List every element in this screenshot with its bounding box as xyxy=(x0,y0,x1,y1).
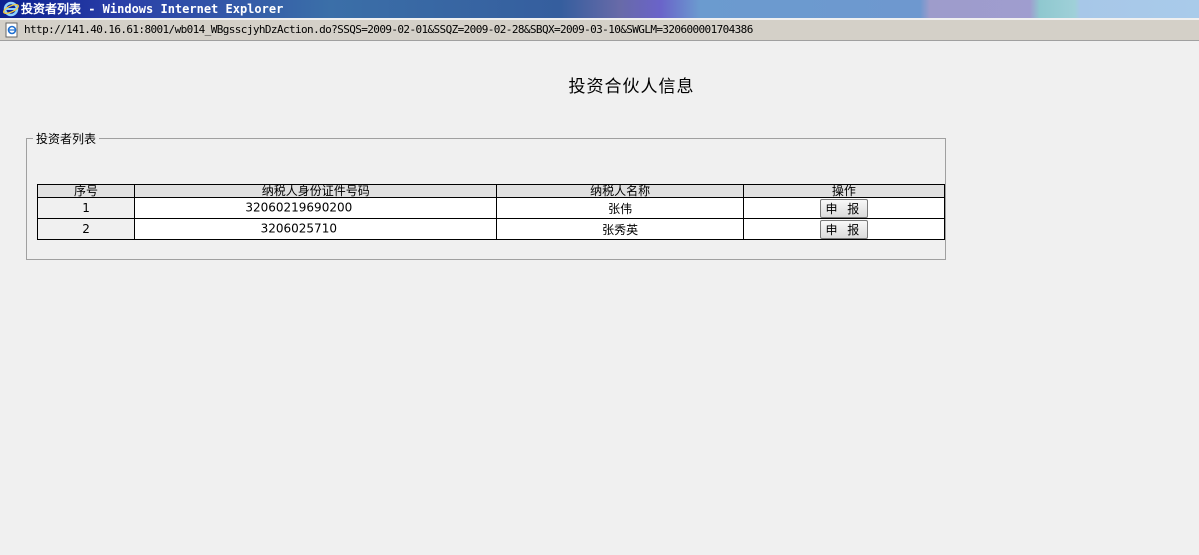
ie-logo-icon xyxy=(3,1,19,17)
declare-button[interactable]: 申 报 xyxy=(819,198,868,218)
fieldset-legend: 投资者列表 xyxy=(36,132,97,146)
row-action: 申 报 xyxy=(742,218,946,240)
redaction-mask xyxy=(352,200,387,216)
row-name: 张伟 xyxy=(496,197,744,219)
ie-page-icon xyxy=(5,22,18,38)
page-title: 投资合伙人信息 xyxy=(568,77,695,97)
window-title: 投资者列表 - Windows Internet Explorer xyxy=(21,2,284,16)
window-titlebar: 投资者列表 - Windows Internet Explorer xyxy=(0,0,1199,18)
investor-table: 序号 纳税人身份证件号码 纳税人名称 操作 1 32060219690200 张… xyxy=(36,184,946,240)
redaction-mask xyxy=(336,221,371,237)
id-number-text: 32060219690200 xyxy=(245,200,353,215)
header-id-number: 纳税人身份证件号码 xyxy=(134,184,498,198)
table-row: 2 3206025710 张秀英 申 报 xyxy=(36,218,946,240)
id-number-text: 3206025710 xyxy=(260,221,337,236)
row-id-number: 32060219690200 xyxy=(134,197,498,219)
table-row: 1 32060219690200 张伟 申 报 xyxy=(36,197,946,219)
header-action: 操作 xyxy=(742,184,946,198)
row-seq: 1 xyxy=(36,197,136,219)
row-id-number: 3206025710 xyxy=(134,218,498,240)
declare-button[interactable]: 申 报 xyxy=(819,219,868,239)
table-header-row: 序号 纳税人身份证件号码 纳税人名称 操作 xyxy=(36,184,946,198)
row-name: 张秀英 xyxy=(496,218,744,240)
address-bar[interactable]: http://141.40.16.61:8001/wb014_WBgsscjyh… xyxy=(0,20,1199,41)
header-seq: 序号 xyxy=(36,184,136,198)
header-name: 纳税人名称 xyxy=(496,184,744,198)
address-url[interactable]: http://141.40.16.61:8001/wb014_WBgsscjyh… xyxy=(24,22,753,38)
row-action: 申 报 xyxy=(742,197,946,219)
row-seq: 2 xyxy=(36,218,136,240)
